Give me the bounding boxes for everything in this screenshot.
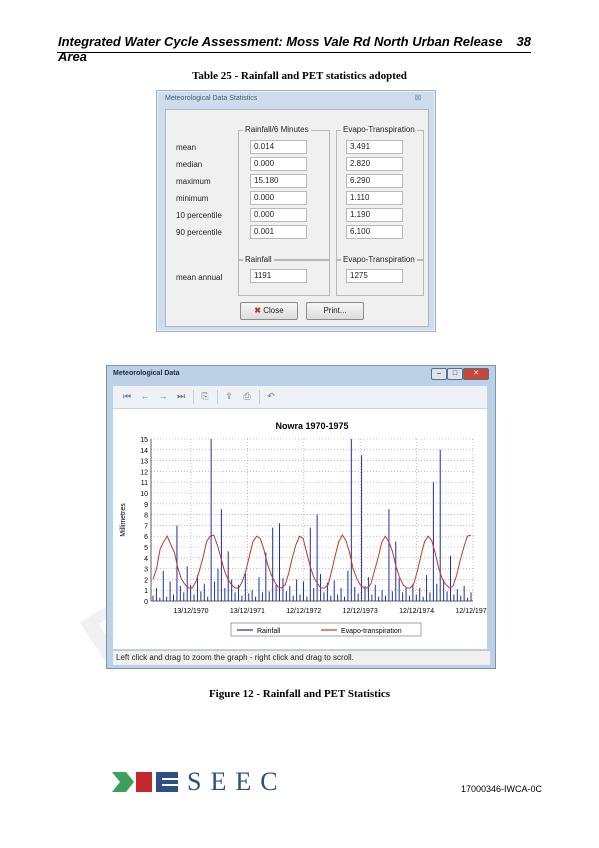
evap-stat-field[interactable]: 1.190 — [346, 208, 403, 222]
stat-label: median — [176, 160, 203, 169]
y-tick-label: 12 — [140, 469, 148, 476]
y-tick-label: 10 — [140, 491, 148, 498]
evap-annual-group-title: Evapo-Transpiration — [341, 255, 417, 264]
toolbar-separator — [259, 390, 260, 404]
y-tick-label: 7 — [144, 523, 148, 530]
evap-stat-field[interactable]: 6.100 — [346, 225, 403, 239]
mean-annual-label: mean annual — [176, 273, 223, 282]
maximize-icon[interactable]: □ — [447, 368, 463, 380]
toolbar-separator — [193, 390, 194, 404]
evap-line — [152, 534, 472, 589]
forward-icon[interactable]: → — [157, 390, 169, 402]
seec-logo-icon — [112, 772, 178, 792]
rainfall-annual-group-title: Rainfall — [243, 255, 274, 264]
document-code: 17000346-IWCA-0C — [460, 784, 542, 794]
stat-label: 90 percentile — [176, 228, 222, 237]
y-axis-label: Millimetres — [120, 503, 127, 537]
page-number: 38 — [516, 34, 531, 49]
x-tick-label: 12/12/1975 — [455, 608, 487, 615]
header-rule — [57, 52, 531, 53]
y-tick-label: 9 — [144, 502, 148, 509]
y-tick-label: 3 — [144, 567, 148, 574]
rainfall-stat-field[interactable]: 15.180 — [250, 174, 307, 188]
header-title: Integrated Water Cycle Assessment: Moss … — [58, 34, 503, 64]
dialog-body: Rainfall/6 Minutes Evapo-Transpiration R… — [165, 109, 429, 327]
close-button-label: Close — [263, 306, 284, 315]
x-tick-label: 12/12/1972 — [286, 608, 321, 615]
x-tick-label: 12/12/1973 — [343, 608, 378, 615]
rainfall-stat-field[interactable]: 0.001 — [250, 225, 307, 239]
y-tick-label: 11 — [141, 480, 148, 487]
table-caption: Table 25 - Rainfall and PET statistics a… — [192, 70, 407, 82]
y-tick-label: 8 — [144, 513, 148, 520]
evap-stat-field[interactable]: 2.820 — [346, 157, 403, 171]
y-tick-label: 6 — [144, 534, 148, 541]
x-tick-label: 12/12/1974 — [399, 608, 434, 615]
logo-text: SEEC — [187, 767, 287, 796]
minimize-icon[interactable]: – — [431, 368, 447, 380]
x-tick-label: 13/12/1971 — [230, 608, 265, 615]
toolbar: ⏮ ← → ⏭ ⎘ ⇪ ⎙ ↶ — [113, 386, 487, 409]
first-icon[interactable]: ⏮ — [121, 390, 133, 402]
stat-label: mean — [176, 143, 197, 152]
x-tick-label: 13/12/1970 — [173, 608, 208, 615]
last-icon[interactable]: ⏭ — [175, 390, 187, 402]
undo-icon[interactable]: ↶ — [265, 390, 277, 402]
y-tick-label: 5 — [144, 545, 148, 552]
y-tick-label: 14 — [140, 448, 148, 455]
close-icon[interactable]: ✕ — [463, 368, 489, 380]
figure-caption: Figure 12 - Rainfall and PET Statistics — [208, 688, 391, 700]
dialog-close-icon[interactable]: ⊠ — [411, 93, 425, 103]
rainfall-stat-field[interactable]: 0.014 — [250, 140, 307, 154]
y-tick-label: 15 — [140, 437, 148, 444]
y-tick-label: 2 — [144, 577, 148, 584]
rainfall-stat-field[interactable]: 0.000 — [250, 191, 307, 205]
stat-label: maximum — [176, 177, 211, 186]
legend-rainfall-label: Rainfall — [257, 628, 281, 635]
export-icon[interactable]: ⇪ — [223, 390, 235, 402]
toolbar-separator — [217, 390, 218, 404]
meteorological-data-window: Meteorological Data – □ ✕ ⏮ ← → ⏭ ⎘ ⇪ ⎙ … — [106, 365, 496, 669]
stat-label: 10 percentile — [176, 211, 222, 220]
y-tick-label: 13 — [140, 459, 148, 466]
legend-evap-label: Evapo-transpiration — [341, 628, 402, 635]
evap-stat-field[interactable]: 3.491 — [346, 140, 403, 154]
rainfall-stat-field[interactable]: 0.000 — [250, 208, 307, 222]
y-tick-label: 1 — [144, 588, 148, 595]
rainfall-annual-field[interactable]: 1191 — [250, 269, 307, 283]
stat-label: minimum — [176, 194, 209, 203]
back-icon[interactable]: ← — [139, 390, 151, 402]
evap-stat-field[interactable]: 6.290 — [346, 174, 403, 188]
copy-icon[interactable]: ⎘ — [199, 390, 211, 402]
y-tick-label: 4 — [144, 556, 148, 563]
evap-group-title: Evapo-Transpiration — [341, 125, 417, 134]
rainfall-6min-group-title: Rainfall/6 Minutes — [243, 125, 311, 134]
evap-annual-field[interactable]: 1275 — [346, 269, 403, 283]
statistics-dialog: Meteorological Data Statistics ⊠ Rainfal… — [156, 90, 436, 332]
status-bar: Left click and drag to zoom the graph - … — [113, 650, 490, 665]
rainfall-pet-chart[interactable]: Nowra 1970-1975012345678910111213141513/… — [113, 409, 491, 649]
print-button[interactable]: Print... — [306, 302, 364, 320]
close-button[interactable]: ✖ Close — [240, 302, 298, 320]
evap-stat-field[interactable]: 1.110 — [346, 191, 403, 205]
chart-title: Nowra 1970-1975 — [275, 421, 348, 431]
print-icon[interactable]: ⎙ — [241, 390, 253, 402]
dialog-title: Meteorological Data Statistics — [165, 95, 258, 102]
close-x-icon: ✖ — [254, 306, 261, 315]
y-tick-label: 0 — [144, 599, 148, 606]
window-title: Meteorological Data — [113, 370, 180, 377]
rainfall-stat-field[interactable]: 0.000 — [250, 157, 307, 171]
chart-area[interactable]: Nowra 1970-1975 0 1 2 3 4 5 6 7 8 9 10 11 12 13 14 15 13/… — [113, 409, 491, 649]
